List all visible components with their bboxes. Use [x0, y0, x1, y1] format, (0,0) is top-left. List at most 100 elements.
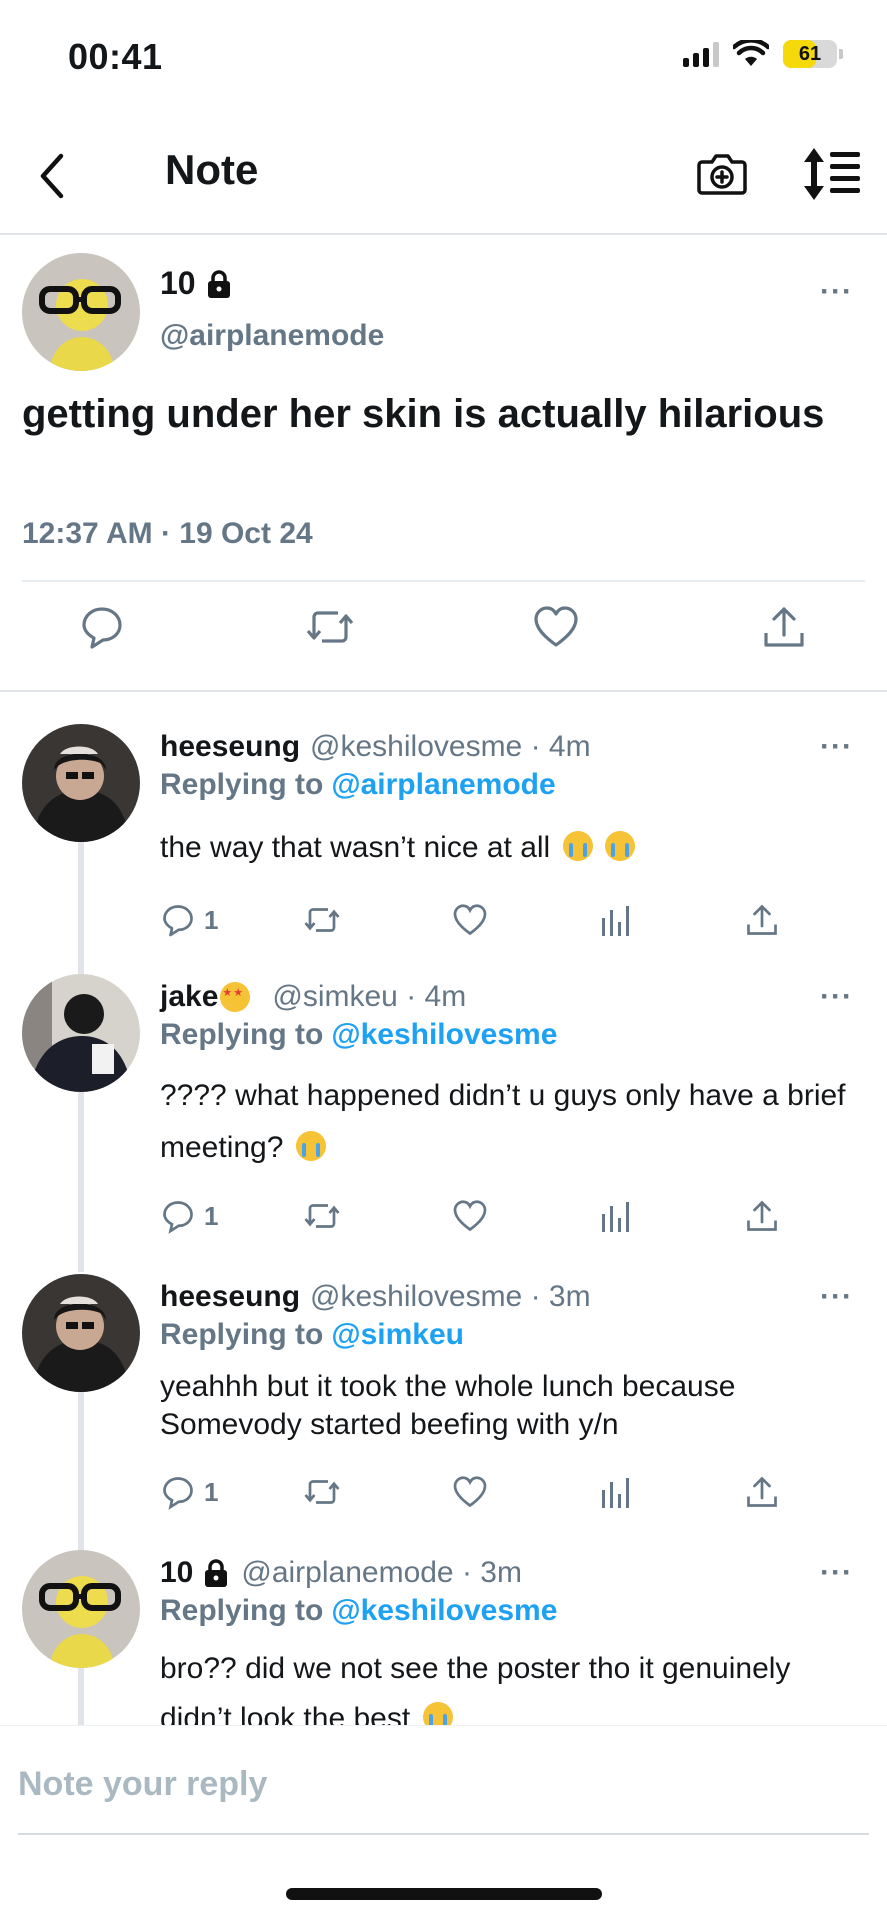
retweet-icon	[304, 1204, 340, 1228]
author-name[interactable]: jake	[160, 980, 218, 1014]
author-handle[interactable]: @airplanemode	[160, 319, 384, 353]
replying-to-link[interactable]: @keshilovesme	[331, 1018, 557, 1051]
avatar-image	[22, 974, 140, 1092]
author-handle: @keshilovesme · 4m	[310, 730, 591, 763]
replying-to: Replying to @airplanemode	[160, 768, 556, 802]
reply-count: 1	[204, 1476, 219, 1507]
author-name[interactable]: 10	[160, 1556, 193, 1590]
comment-icon	[163, 905, 193, 937]
analytics-button[interactable]	[600, 1474, 632, 1510]
analytics-button[interactable]	[600, 902, 632, 938]
avatar[interactable]	[22, 1550, 140, 1668]
replying-to-link[interactable]: @airplanemode	[331, 768, 555, 801]
reply-text: ???? what happened didn’t u guys only ha…	[160, 1070, 860, 1174]
back-chevron-icon	[40, 153, 64, 199]
reply-count: 1	[204, 904, 219, 935]
note-actions	[0, 603, 887, 663]
reply-button[interactable]: 1	[160, 1198, 218, 1234]
comment-icon	[82, 607, 122, 649]
star-struck-emoji-icon	[220, 982, 251, 1012]
battery-icon: 61	[783, 40, 837, 68]
back-button[interactable]	[32, 146, 72, 206]
replying-to: Replying to @keshilovesme	[160, 1018, 557, 1052]
reply-header: heeseung @keshilovesme · 4m	[160, 730, 591, 764]
lock-icon	[205, 1559, 228, 1587]
avatar-image	[22, 253, 140, 371]
like-button[interactable]	[452, 902, 488, 938]
avatar[interactable]	[22, 974, 140, 1092]
camera-button[interactable]	[696, 148, 748, 200]
comment-icon	[163, 1477, 193, 1510]
replying-label: Replying to	[160, 1018, 324, 1051]
replying-to: Replying to @simkeu	[160, 1318, 464, 1352]
author-handle: @simkeu · 4m	[272, 980, 467, 1013]
analytics-icon	[602, 906, 629, 936]
reply-text: bro?? did we not see the poster tho it g…	[160, 1644, 860, 1725]
reply-button[interactable]: 1	[160, 902, 218, 938]
reply-text-content: ???? what happened didn’t u guys only ha…	[160, 1079, 846, 1164]
share-icon	[764, 607, 804, 647]
reply-input[interactable]	[18, 1756, 870, 1812]
analytics-button[interactable]	[600, 1198, 632, 1234]
share-icon	[747, 904, 777, 935]
replying-label: Replying to	[160, 1318, 324, 1351]
share-button[interactable]	[744, 902, 780, 938]
like-icon	[453, 1200, 487, 1232]
comment-icon	[163, 1201, 193, 1234]
reply-text-content: the way that wasn’t nice at all	[160, 831, 551, 864]
retweet-icon	[304, 908, 340, 932]
avatar-image	[22, 724, 140, 842]
retweet-icon	[306, 611, 354, 643]
reply-item[interactable]: jake @simkeu · 4m ··· Replying to@keshil…	[0, 974, 887, 1264]
renote-button[interactable]	[302, 902, 342, 938]
reply-actions: 1	[160, 1198, 800, 1238]
divider	[18, 1833, 869, 1835]
more-options-button[interactable]: ···	[820, 730, 853, 764]
author-name[interactable]: heeseung	[160, 730, 300, 764]
like-button[interactable]	[532, 603, 582, 653]
camera-plus-icon	[697, 154, 747, 195]
share-icon	[747, 1200, 777, 1231]
renote-button[interactable]	[302, 1198, 342, 1234]
sort-button[interactable]	[800, 146, 862, 202]
share-button[interactable]	[760, 603, 810, 653]
status-time: 00:41	[68, 36, 163, 77]
renote-button[interactable]	[302, 1474, 342, 1510]
like-button[interactable]	[452, 1474, 488, 1510]
reply-header: jake @simkeu · 4m	[160, 980, 466, 1014]
renote-button[interactable]	[304, 603, 354, 653]
replying-to: Replying to @keshilovesme	[160, 1594, 557, 1628]
more-options-button[interactable]: ···	[820, 275, 853, 309]
reply-text: yeahhh but it took the whole lunch becau…	[160, 1370, 736, 1441]
reply-item[interactable]: 10 @airplanemode · 3m ··· Replying to @ke…	[0, 1550, 887, 1725]
replying-to-link[interactable]: @simkeu	[331, 1318, 464, 1351]
reply-header: heeseung @keshilovesme · 3m	[160, 1280, 591, 1314]
replying-to-link[interactable]: @keshilovesme	[331, 1594, 557, 1627]
avatar-image	[22, 1274, 140, 1392]
cellular-signal-icon	[683, 41, 719, 67]
page-title: Note	[165, 146, 259, 193]
crying-emoji-icon	[295, 1131, 326, 1161]
wifi-icon	[733, 40, 769, 66]
more-options-button[interactable]: ···	[820, 1280, 853, 1314]
share-button[interactable]	[744, 1198, 780, 1234]
like-button[interactable]	[452, 1198, 488, 1234]
home-indicator[interactable]	[286, 1888, 602, 1900]
author-name-text: 10	[160, 265, 196, 301]
more-options-button[interactable]: ···	[820, 980, 853, 1014]
avatar[interactable]	[22, 1274, 140, 1392]
reply-button[interactable]: 1	[160, 1474, 218, 1510]
share-button[interactable]	[744, 1474, 780, 1510]
reply-button[interactable]	[78, 603, 128, 653]
share-icon	[747, 1476, 777, 1507]
avatar[interactable]	[22, 253, 140, 371]
note-text: getting under her skin is actually hilar…	[22, 392, 825, 436]
author-name[interactable]: heeseung	[160, 1280, 300, 1314]
status-icons: 61	[683, 40, 843, 68]
avatar[interactable]	[22, 724, 140, 842]
reply-item[interactable]: heeseung @keshilovesme · 3m ··· Replying…	[0, 1274, 887, 1544]
replying-label: Replying to	[160, 1594, 324, 1627]
more-options-button[interactable]: ···	[820, 1556, 853, 1590]
reply-header: 10 @airplanemode · 3m	[160, 1556, 522, 1590]
reply-item[interactable]: heeseung @keshilovesme · 4m ··· Replying…	[0, 724, 887, 964]
